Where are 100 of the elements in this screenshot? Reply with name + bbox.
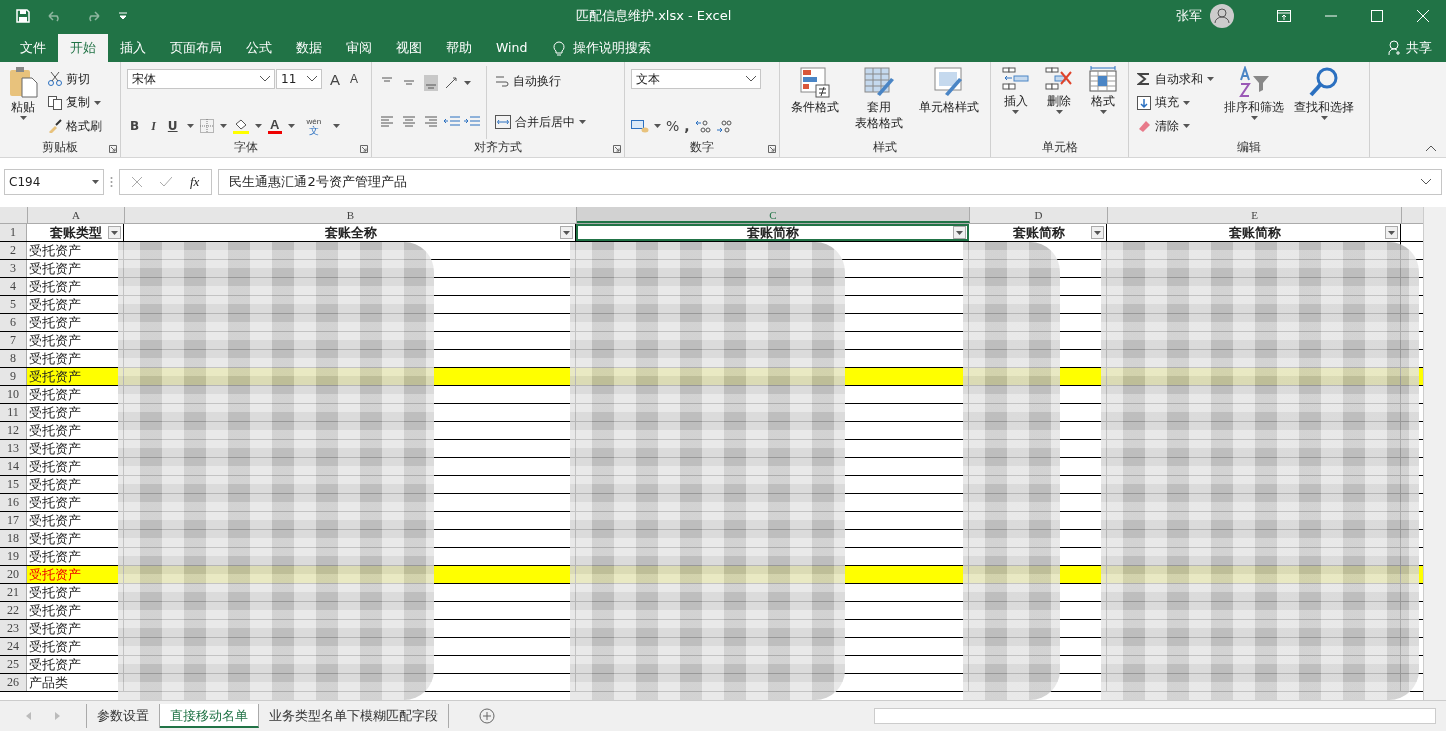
- row-number[interactable]: 21: [0, 584, 27, 601]
- vertical-scrollbar[interactable]: [1423, 207, 1446, 700]
- dialog-launcher-icon[interactable]: [768, 145, 776, 153]
- share-button[interactable]: 共享: [1406, 39, 1432, 57]
- cells-button[interactable]: 插入: [999, 66, 1032, 139]
- ribbon-tab[interactable]: 插入: [108, 34, 158, 62]
- row-number[interactable]: 22: [0, 602, 27, 619]
- dialog-launcher-icon[interactable]: [613, 145, 621, 153]
- add-sheet-icon[interactable]: [479, 708, 495, 724]
- ribbon-tab[interactable]: 审阅: [334, 34, 384, 62]
- autosum-button[interactable]: 自动求和: [1135, 68, 1216, 90]
- sort-filter-button[interactable]: 排序和筛选: [1222, 66, 1286, 139]
- currency-icon[interactable]: [631, 119, 649, 133]
- column-header[interactable]: E: [1108, 207, 1402, 223]
- copy-button[interactable]: 复制: [46, 91, 104, 114]
- insert-function-button[interactable]: fx: [190, 174, 200, 190]
- row-number[interactable]: 18: [0, 530, 27, 547]
- row-number[interactable]: 1: [0, 224, 27, 241]
- row-number[interactable]: 2: [0, 242, 27, 259]
- font-size-combo[interactable]: 11: [276, 69, 322, 89]
- ribbon-tab[interactable]: 开始: [58, 34, 108, 62]
- grow-font-button[interactable]: A: [328, 70, 342, 88]
- bold-button[interactable]: B: [127, 119, 143, 133]
- column-header[interactable]: D: [970, 207, 1108, 223]
- shrink-font-button[interactable]: A: [348, 72, 361, 86]
- font-name-combo[interactable]: 宋体: [127, 69, 275, 89]
- phonetic-button[interactable]: wén 文: [300, 116, 328, 136]
- filter-button[interactable]: [953, 226, 966, 239]
- row-number[interactable]: 7: [0, 332, 27, 349]
- dialog-launcher-icon[interactable]: [360, 145, 368, 153]
- row-number[interactable]: 19: [0, 548, 27, 565]
- align-bottom-icon[interactable]: [422, 75, 440, 91]
- customize-toolbar-icon[interactable]: [118, 12, 128, 20]
- chevron-down-icon[interactable]: [746, 76, 756, 82]
- ribbon-tab[interactable]: 帮助: [434, 34, 484, 62]
- cancel-icon[interactable]: [132, 177, 142, 187]
- ribbon-tab[interactable]: 数据: [284, 34, 334, 62]
- row-number[interactable]: 6: [0, 314, 27, 331]
- borders-icon[interactable]: [199, 119, 214, 133]
- fill-color-icon[interactable]: [232, 118, 249, 134]
- enter-check-icon[interactable]: [160, 177, 172, 187]
- row-number[interactable]: 10: [0, 386, 27, 403]
- percent-button[interactable]: %: [666, 118, 680, 134]
- collapse-ribbon-icon[interactable]: [1426, 145, 1436, 151]
- name-box[interactable]: C194: [4, 169, 104, 195]
- paste-button[interactable]: 粘贴: [6, 66, 40, 139]
- ribbon-tab[interactable]: 文件: [8, 34, 58, 62]
- row-number[interactable]: 15: [0, 476, 27, 493]
- filter-button[interactable]: [560, 226, 573, 239]
- tell-me-search[interactable]: 操作说明搜索: [573, 39, 652, 57]
- avatar-icon[interactable]: [1210, 4, 1234, 28]
- row-number[interactable]: 9: [0, 368, 27, 385]
- row-number[interactable]: 14: [0, 458, 27, 475]
- merge-center-button[interactable]: 合并后居中: [493, 111, 588, 133]
- cells-button[interactable]: 删除: [1043, 66, 1076, 139]
- row-number[interactable]: 17: [0, 512, 27, 529]
- fill-button[interactable]: 填充: [1135, 91, 1216, 114]
- orientation-icon[interactable]: [444, 76, 460, 90]
- row-number[interactable]: 11: [0, 404, 27, 421]
- row-number[interactable]: 23: [0, 620, 27, 637]
- cut-button[interactable]: 剪切: [46, 68, 104, 90]
- clear-button[interactable]: 清除: [1135, 115, 1216, 137]
- ribbon-tab[interactable]: 页面布局: [158, 34, 234, 62]
- ribbon-tab[interactable]: 视图: [384, 34, 434, 62]
- row-number[interactable]: 4: [0, 278, 27, 295]
- style-button[interactable]: 条件格式: [789, 66, 841, 139]
- style-button[interactable]: 单元格样式: [917, 66, 981, 139]
- format-painter-button[interactable]: 格式刷: [46, 115, 104, 137]
- number-format-combo[interactable]: 文本: [631, 69, 761, 89]
- comma-button[interactable]: ,: [684, 118, 690, 134]
- row-number[interactable]: 20: [0, 566, 27, 583]
- ribbon-tab[interactable]: 公式: [234, 34, 284, 62]
- filter-button[interactable]: [108, 226, 121, 239]
- row-number[interactable]: 24: [0, 638, 27, 655]
- horizontal-scrollbar[interactable]: [874, 708, 1436, 724]
- wrap-text-button[interactable]: 自动换行: [493, 70, 588, 92]
- formula-value[interactable]: 民生通惠汇通2号资产管理产品: [229, 173, 407, 191]
- row-number[interactable]: 3: [0, 260, 27, 277]
- column-header[interactable]: A: [28, 207, 125, 223]
- dialog-launcher-icon[interactable]: [109, 145, 117, 153]
- row-number[interactable]: 25: [0, 656, 27, 673]
- row-number[interactable]: 13: [0, 440, 27, 457]
- sheet-tab[interactable]: 直接移动名单: [160, 704, 259, 728]
- expand-formula-icon[interactable]: [1421, 179, 1431, 185]
- increase-decimal-icon[interactable]: [694, 119, 711, 133]
- row-number[interactable]: 8: [0, 350, 27, 367]
- row-number[interactable]: 5: [0, 296, 27, 313]
- filter-button[interactable]: [1385, 226, 1398, 239]
- row-number[interactable]: 12: [0, 422, 27, 439]
- cells-button[interactable]: 格式: [1087, 66, 1120, 139]
- save-icon[interactable]: [16, 9, 30, 23]
- chevron-down-icon[interactable]: [260, 76, 270, 82]
- close-icon[interactable]: [1417, 10, 1429, 22]
- style-button[interactable]: 套用 表格格式: [853, 66, 905, 139]
- ribbon-display-icon[interactable]: [1277, 10, 1291, 22]
- row-number[interactable]: 26: [0, 674, 27, 691]
- column-header[interactable]: C: [577, 207, 970, 223]
- maximize-icon[interactable]: [1371, 10, 1383, 22]
- italic-button[interactable]: I: [148, 118, 159, 134]
- filter-button[interactable]: [1091, 226, 1104, 239]
